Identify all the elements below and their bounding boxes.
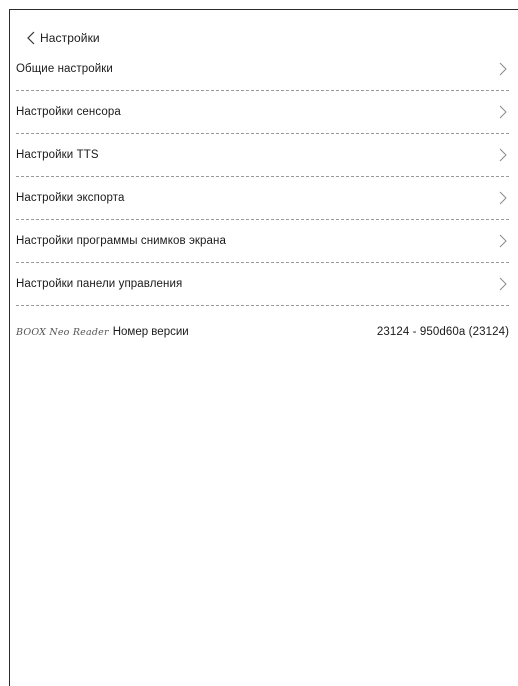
version-value: 23124 - 950d60a (23124) (376, 326, 509, 338)
menu-item-tts-settings[interactable]: Настройки TTS (16, 134, 509, 177)
menu-item-label: Общие настройки (16, 63, 113, 75)
version-label: Номер версии (112, 326, 189, 338)
chevron-left-icon[interactable] (24, 27, 38, 49)
menu-item-control-panel-settings[interactable]: Настройки панели управления (16, 263, 509, 306)
version-info: BOOX Neo Reader Номер версии 23124 - 950… (16, 322, 509, 342)
menu-item-export-settings[interactable]: Настройки экспорта (16, 177, 509, 220)
menu-item-screenshot-settings[interactable]: Настройки программы снимков экрана (16, 220, 509, 263)
menu-item-label: Настройки TTS (16, 149, 99, 161)
settings-menu: Общие настройки Настройки сенсора Настро… (16, 48, 509, 306)
brand-logo: BOOX Neo Reader (16, 326, 109, 338)
chevron-right-icon (499, 191, 507, 205)
menu-item-touch-settings[interactable]: Настройки сенсора (16, 91, 509, 134)
chevron-right-icon (499, 277, 507, 291)
menu-item-label: Настройки программы снимков экрана (16, 235, 226, 247)
chevron-right-icon (499, 105, 507, 119)
page-title: Настройки (40, 31, 100, 45)
menu-item-general-settings[interactable]: Общие настройки (16, 48, 509, 91)
chevron-right-icon (499, 148, 507, 162)
menu-item-label: Настройки сенсора (16, 106, 121, 118)
back-button[interactable]: Настройки (24, 27, 100, 49)
menu-item-label: Настройки экспорта (16, 192, 125, 204)
chevron-right-icon (499, 62, 507, 76)
chevron-right-icon (499, 234, 507, 248)
menu-item-label: Настройки панели управления (16, 278, 183, 290)
